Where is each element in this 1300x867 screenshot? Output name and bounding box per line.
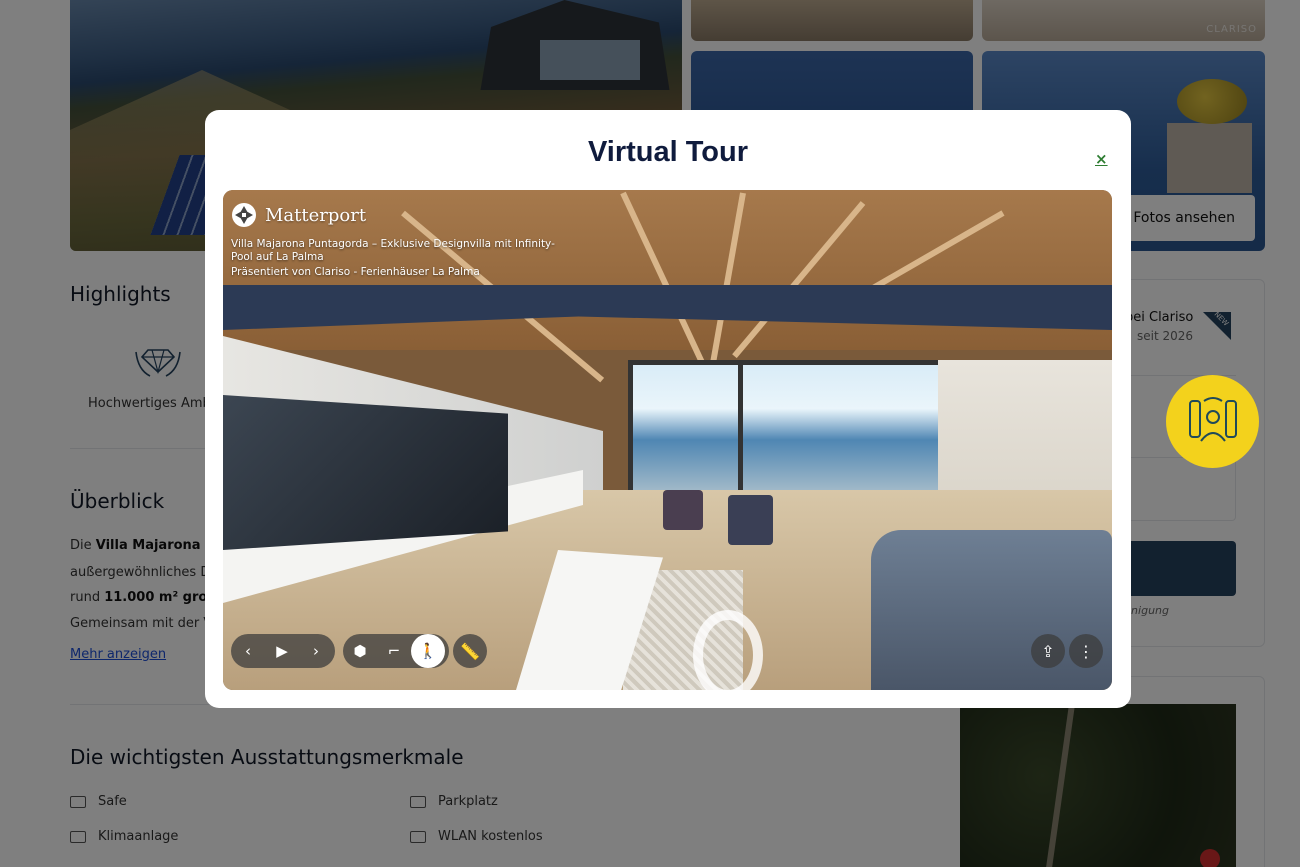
tour-presenter: Präsentiert von Clariso - Ferienhäuser L… (231, 266, 480, 278)
tour-title-line-1: Villa Majarona Puntagorda – Exklusive De… (231, 238, 555, 250)
scene-window (628, 360, 943, 495)
scene-stool (663, 490, 703, 530)
navigation-cursor-ring[interactable] (693, 610, 763, 690)
walk-icon[interactable]: 🚶 (411, 634, 445, 668)
prev-icon[interactable]: ‹ (231, 634, 265, 668)
scene-sofa (871, 530, 1112, 690)
virtual-assistant-icon (1188, 396, 1237, 442)
measure-icon[interactable]: 📏 (453, 634, 487, 668)
matterport-logo-icon (232, 203, 256, 227)
matterport-logo: Matterport (231, 202, 366, 228)
assistant-button[interactable] (1166, 375, 1259, 468)
share-icon[interactable]: ⇪ (1031, 634, 1065, 668)
modal-title: Virtual Tour (587, 136, 749, 168)
next-icon[interactable]: › (299, 634, 333, 668)
playback-controls: ‹ ▶ › (231, 634, 335, 668)
dollhouse-icon[interactable]: ⬢ (343, 634, 377, 668)
floorplan-icon[interactable]: ⌐ (377, 634, 411, 668)
scene-window-frame (738, 360, 743, 510)
scene-tv (223, 395, 508, 550)
close-button[interactable]: × (1095, 150, 1108, 168)
scene-stool (728, 495, 773, 545)
view-mode-controls: ⬢ ⌐ 🚶 (343, 634, 449, 668)
matterport-brand: Matterport (265, 204, 367, 226)
tour-title-line-2: Pool auf La Palma (231, 251, 324, 263)
play-icon[interactable]: ▶ (265, 634, 299, 668)
virtual-tour-modal: Virtual Tour × Matterport Villa Majarona (205, 110, 1131, 708)
more-options-icon[interactable]: ⋮ (1069, 634, 1103, 668)
matterport-viewer[interactable]: Matterport Villa Majarona Puntagorda – E… (223, 190, 1112, 690)
